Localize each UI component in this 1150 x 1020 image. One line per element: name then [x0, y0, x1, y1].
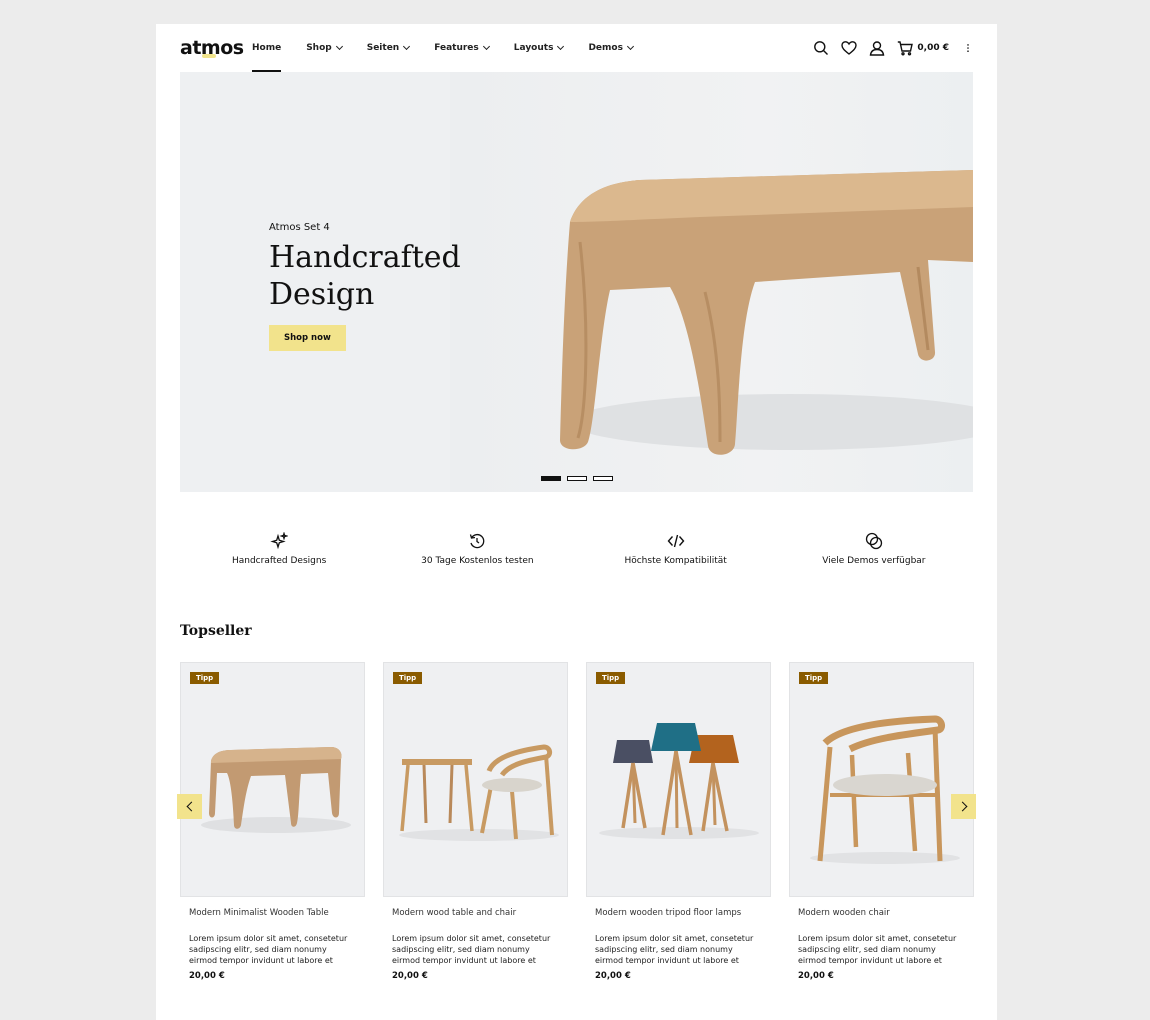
- product-image[interactable]: Tipp: [180, 662, 365, 897]
- feature-item: Viele Demos verfügbar: [775, 532, 973, 566]
- product-description: Lorem ipsum dolor sit amet, consetetur s…: [189, 934, 348, 965]
- nav-features[interactable]: Features: [434, 24, 490, 72]
- slider-dot-1[interactable]: [541, 476, 561, 481]
- nav-demos-label: Demos: [588, 43, 623, 53]
- product-description: Lorem ipsum dolor sit amet, consetetur s…: [798, 934, 957, 965]
- shop-now-button[interactable]: Shop now: [269, 325, 346, 351]
- history-icon: [470, 533, 485, 549]
- product-title[interactable]: Modern wooden tripod floor lamps: [595, 908, 771, 918]
- code-icon: [667, 534, 685, 548]
- nav-shop-label: Shop: [306, 43, 332, 53]
- hero-content: Atmos Set 4 Handcrafted Design Shop now: [269, 222, 489, 351]
- feature-item: Handcrafted Designs: [180, 532, 378, 566]
- cart-total: 0,00 €: [917, 43, 949, 53]
- more-vertical-icon: [967, 44, 969, 52]
- topseller-title: Topseller: [180, 623, 252, 639]
- user-icon: [870, 41, 885, 56]
- nav-seiten-label: Seiten: [366, 43, 400, 53]
- chevron-down-icon: [335, 42, 343, 51]
- feature-item: Höchste Kompatibilität: [577, 532, 775, 566]
- product-card[interactable]: Tipp Modern wood table and chair Lorem i…: [383, 662, 568, 981]
- chevron-left-icon: [186, 801, 196, 812]
- circles-icon: [865, 532, 883, 550]
- product-title[interactable]: Modern wood table and chair: [392, 908, 568, 918]
- slider-dot-2[interactable]: [567, 476, 587, 481]
- carousel-prev-button[interactable]: [177, 794, 202, 819]
- product-card[interactable]: Tipp Modern wooden chair Lorem ipsum dol…: [789, 662, 974, 981]
- chevron-down-icon: [403, 42, 411, 51]
- feature-item: 30 Tage Kostenlos testen: [378, 532, 576, 566]
- feature-label: Viele Demos verfügbar: [822, 556, 926, 566]
- nav-shop[interactable]: Shop: [306, 24, 343, 72]
- heart-icon: [841, 41, 858, 55]
- tip-badge: Tipp: [393, 672, 423, 684]
- slider-dot-3[interactable]: [593, 476, 613, 481]
- product-title[interactable]: Modern wooden chair: [798, 908, 974, 918]
- product-price: 20,00 €: [392, 971, 428, 981]
- search-icon: [814, 41, 829, 55]
- logo-accent: [202, 54, 216, 58]
- product-image[interactable]: Tipp: [789, 662, 974, 897]
- nav-demos[interactable]: Demos: [588, 24, 634, 72]
- product-price: 20,00 €: [798, 971, 834, 981]
- chevron-right-icon: [957, 801, 967, 812]
- product-card[interactable]: Tipp Modern Minimalist Wooden Table Lore…: [180, 662, 365, 981]
- feature-strip: Handcrafted Designs 30 Tage Kostenlos te…: [180, 532, 973, 566]
- feature-label: 30 Tage Kostenlos testen: [421, 556, 534, 566]
- hero-title: Handcrafted Design: [269, 240, 461, 312]
- tip-badge: Tipp: [596, 672, 626, 684]
- chevron-down-icon: [557, 42, 565, 51]
- feature-label: Höchste Kompatibilität: [624, 556, 727, 566]
- page: atmos Home Shop Seiten Features Layouts …: [156, 24, 997, 1020]
- table-image: [201, 747, 351, 833]
- product-carousel: Tipp Modern Minimalist Wooden Table Lore…: [177, 662, 976, 992]
- product-image[interactable]: Tipp: [586, 662, 771, 897]
- hero-subtitle: Atmos Set 4: [269, 222, 330, 233]
- nav-seiten[interactable]: Seiten: [366, 24, 411, 72]
- main-nav: Home Shop Seiten Features Layouts Demos: [252, 24, 658, 72]
- wooden-chair-image: [810, 715, 960, 864]
- product-price: 20,00 €: [595, 971, 631, 981]
- account-button[interactable]: [869, 40, 885, 56]
- header-actions: 0,00 €: [801, 24, 973, 72]
- nav-home[interactable]: Home: [252, 24, 282, 72]
- slider-pagination: [541, 476, 619, 481]
- nav-features-label: Features: [434, 43, 479, 53]
- product-title[interactable]: Modern Minimalist Wooden Table: [189, 908, 365, 918]
- hero-slider: Atmos Set 4 Handcrafted Design Shop now: [180, 72, 973, 492]
- more-menu-button[interactable]: [963, 40, 973, 56]
- sparkles-icon: [270, 532, 289, 550]
- tip-badge: Tipp: [799, 672, 829, 684]
- cart-icon: [898, 41, 914, 56]
- hero-bench-image: [560, 170, 973, 455]
- tip-badge: Tipp: [190, 672, 220, 684]
- feature-label: Handcrafted Designs: [231, 556, 327, 566]
- product-card[interactable]: Tipp Modern wooden tripod floor lamps Lo…: [586, 662, 771, 981]
- product-description: Lorem ipsum dolor sit amet, consetetur s…: [595, 934, 754, 965]
- nav-home-label: Home: [252, 43, 282, 53]
- table-chair-image: [399, 744, 559, 841]
- product-description: Lorem ipsum dolor sit amet, consetetur s…: [392, 934, 551, 965]
- carousel-next-button[interactable]: [951, 794, 976, 819]
- chevron-down-icon: [626, 42, 634, 51]
- nav-layouts-label: Layouts: [513, 43, 554, 53]
- cart-button[interactable]: 0,00 €: [897, 40, 949, 56]
- product-price: 20,00 €: [189, 971, 225, 981]
- nav-layouts[interactable]: Layouts: [513, 24, 565, 72]
- floor-lamps-image: [599, 723, 759, 839]
- wishlist-button[interactable]: [841, 40, 858, 56]
- search-button[interactable]: [813, 40, 829, 56]
- site-header: atmos Home Shop Seiten Features Layouts …: [180, 24, 973, 72]
- chevron-down-icon: [482, 42, 490, 51]
- product-image[interactable]: Tipp: [383, 662, 568, 897]
